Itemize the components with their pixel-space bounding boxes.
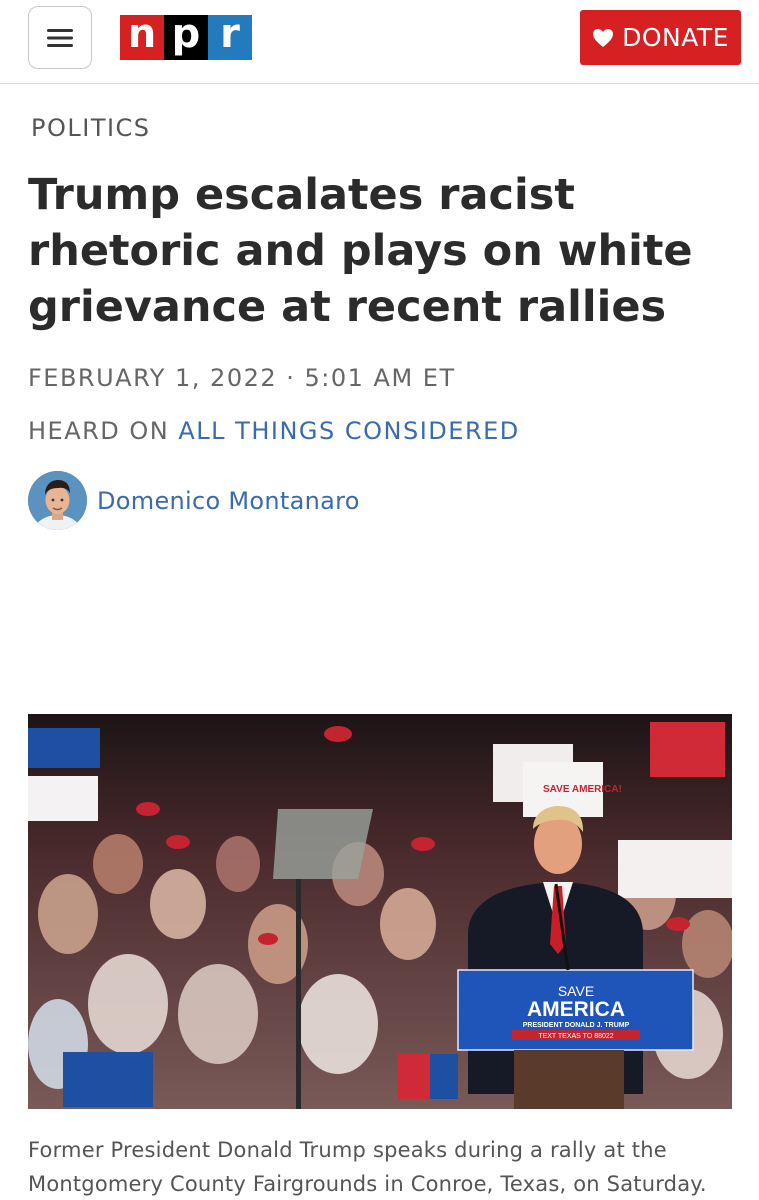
- article-headline: Trump escalates racist rhetoric and play…: [28, 170, 693, 332]
- logo-letter-r: r: [208, 14, 252, 60]
- donate-label: DONATE: [622, 23, 729, 52]
- rally-sign-text: SAVE AMERICA!: [543, 784, 622, 795]
- podium-president-text: PRESIDENT DONALD J. TRUMP: [523, 1022, 630, 1029]
- author-name-link[interactable]: Domenico Montanaro: [97, 487, 360, 515]
- podium-text-line: TEXT TEXAS TO 88022: [538, 1033, 613, 1040]
- logo-letter-n: n: [120, 14, 164, 60]
- top-navigation-bar: n p r DONATE: [0, 0, 759, 84]
- article-photo[interactable]: SAVE AMERICA! SAVE AMERICA PRESIDENT DON…: [28, 714, 732, 1109]
- donate-button[interactable]: DONATE: [580, 10, 741, 65]
- podium-america-text: AMERICA: [527, 998, 625, 1021]
- byline: Domenico Montanaro: [28, 471, 360, 530]
- podium-save-text: SAVE: [558, 983, 594, 999]
- show-link[interactable]: ALL THINGS CONSIDERED: [178, 417, 519, 445]
- hamburger-menu-icon: [47, 28, 73, 47]
- menu-button[interactable]: [28, 6, 92, 69]
- logo-letter-p: p: [164, 14, 208, 60]
- heart-icon: [593, 28, 614, 47]
- section-label[interactable]: POLITICS: [31, 114, 151, 142]
- author-avatar[interactable]: [28, 471, 87, 530]
- heard-on-prefix: HEARD ON: [28, 417, 179, 445]
- npr-logo[interactable]: n p r: [120, 14, 252, 60]
- article-dateline: FEBRUARY 1, 2022 · 5:01 AM ET: [28, 364, 456, 392]
- photo-caption: Former President Donald Trump speaks dur…: [28, 1138, 707, 1196]
- heard-on-line: HEARD ON ALL THINGS CONSIDERED: [28, 417, 520, 445]
